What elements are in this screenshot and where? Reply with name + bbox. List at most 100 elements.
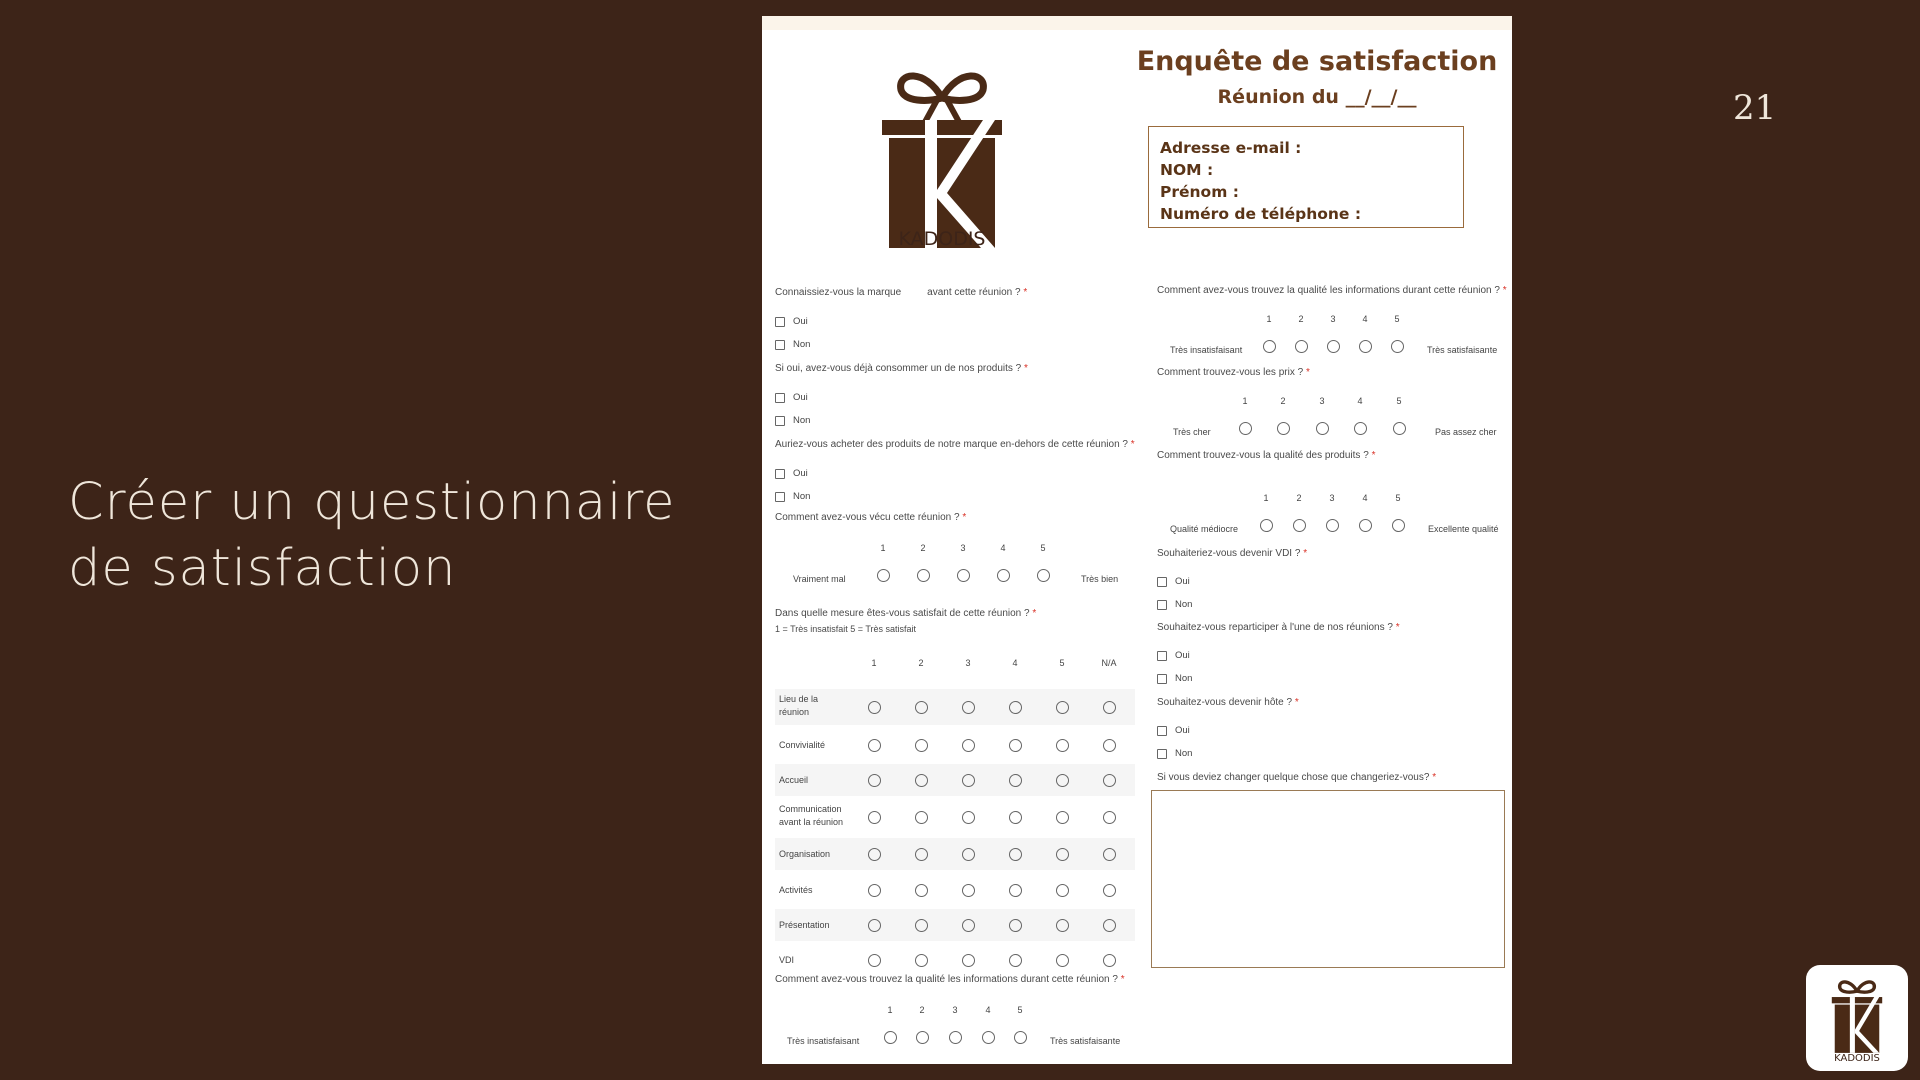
radio-option[interactable] [957,569,970,582]
option-yes[interactable]: Oui [775,316,808,327]
radio-option[interactable] [1316,422,1329,435]
checkbox[interactable] [775,415,785,426]
radio-option[interactable] [915,848,928,861]
checkbox[interactable] [775,316,785,327]
radio-option[interactable] [1014,1031,1027,1044]
option-no[interactable]: Non [775,415,810,426]
radio-option[interactable] [1056,884,1069,897]
radio-option[interactable] [1056,701,1069,714]
radio-option[interactable] [1103,811,1116,824]
checkbox[interactable] [775,468,785,479]
radio-option[interactable] [997,569,1010,582]
radio-option[interactable] [1056,848,1069,861]
radio-option[interactable] [962,884,975,897]
radio-option[interactable] [1103,884,1116,897]
radio-option[interactable] [962,701,975,714]
radio-option[interactable] [1056,919,1069,932]
radio-option[interactable] [1327,340,1340,353]
radio-option[interactable] [1009,774,1022,787]
radio-option[interactable] [962,739,975,752]
radio-option[interactable] [1239,422,1252,435]
radio-option[interactable] [915,919,928,932]
radio-option[interactable] [1391,340,1404,353]
checkbox[interactable] [775,392,785,403]
option-yes[interactable]: Oui [775,468,808,479]
grid-row-label-line: Présentation [779,920,830,930]
radio-option[interactable] [915,811,928,824]
radio-option[interactable] [1103,919,1116,932]
radio-option[interactable] [868,739,881,752]
radio-option[interactable] [1103,848,1116,861]
radio-option[interactable] [916,1031,929,1044]
radio-option[interactable] [1359,519,1372,532]
radio-option[interactable] [1056,954,1069,967]
option-no[interactable]: Non [1157,673,1192,684]
radio-option[interactable] [962,811,975,824]
feedback-textarea[interactable] [1151,790,1505,968]
radio-option[interactable] [868,701,881,714]
radio-option[interactable] [1009,848,1022,861]
radio-option[interactable] [1277,422,1290,435]
radio-option[interactable] [868,954,881,967]
radio-option[interactable] [915,701,928,714]
radio-option[interactable] [1103,954,1116,967]
checkbox[interactable] [1157,599,1167,610]
radio-option[interactable] [915,884,928,897]
radio-option[interactable] [962,919,975,932]
radio-option[interactable] [1263,340,1276,353]
radio-option[interactable] [1293,519,1306,532]
checkbox[interactable] [1157,748,1167,759]
radio-option[interactable] [1295,340,1308,353]
radio-option[interactable] [1037,569,1050,582]
radio-option[interactable] [917,569,930,582]
option-no[interactable]: Non [775,491,810,502]
option-no[interactable]: Non [1157,599,1192,610]
radio-option[interactable] [915,954,928,967]
radio-option[interactable] [1103,774,1116,787]
option-no[interactable]: Non [775,339,810,350]
radio-option[interactable] [1392,519,1405,532]
radio-option[interactable] [982,1031,995,1044]
option-yes[interactable]: Oui [1157,725,1190,736]
radio-option[interactable] [868,919,881,932]
radio-option[interactable] [1393,422,1406,435]
radio-option[interactable] [915,739,928,752]
checkbox[interactable] [1157,650,1167,661]
radio-option[interactable] [1326,519,1339,532]
option-yes[interactable]: Oui [1157,576,1190,587]
radio-option[interactable] [1103,739,1116,752]
radio-option[interactable] [1056,774,1069,787]
radio-option[interactable] [868,884,881,897]
radio-option[interactable] [868,774,881,787]
radio-option[interactable] [1009,919,1022,932]
checkbox[interactable] [1157,725,1167,736]
checkbox[interactable] [775,339,785,350]
radio-option[interactable] [868,848,881,861]
radio-option[interactable] [962,954,975,967]
radio-option[interactable] [1009,739,1022,752]
radio-option[interactable] [1009,701,1022,714]
radio-option[interactable] [962,848,975,861]
radio-option[interactable] [1056,739,1069,752]
radio-option[interactable] [949,1031,962,1044]
radio-option[interactable] [962,774,975,787]
radio-option[interactable] [877,569,890,582]
scale-high-label: Très bien [1081,574,1119,584]
radio-option[interactable] [1009,811,1022,824]
checkbox[interactable] [1157,576,1167,587]
radio-option[interactable] [884,1031,897,1044]
radio-option[interactable] [1359,340,1372,353]
radio-option[interactable] [868,811,881,824]
radio-option[interactable] [915,774,928,787]
checkbox[interactable] [775,491,785,502]
option-yes[interactable]: Oui [1157,650,1190,661]
radio-option[interactable] [1103,701,1116,714]
checkbox[interactable] [1157,673,1167,684]
radio-option[interactable] [1354,422,1367,435]
radio-option[interactable] [1009,884,1022,897]
option-yes[interactable]: Oui [775,392,808,403]
radio-option[interactable] [1056,811,1069,824]
option-no[interactable]: Non [1157,748,1192,759]
radio-option[interactable] [1260,519,1273,532]
radio-option[interactable] [1009,954,1022,967]
